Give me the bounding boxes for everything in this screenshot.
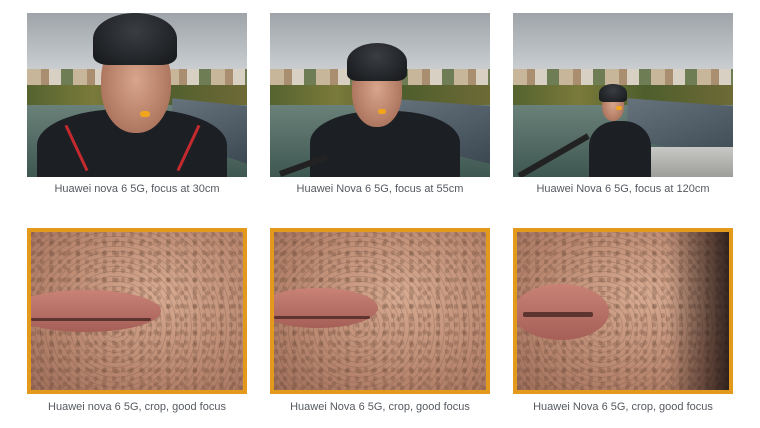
crop-photo-30cm[interactable] xyxy=(27,228,247,394)
photo-caption: Huawei nova 6 5G, crop, good focus xyxy=(48,401,226,413)
photo-caption: Huawei Nova 6 5G, focus at 120cm xyxy=(536,183,710,195)
focus-point-marker xyxy=(140,111,150,117)
photo-caption: Huawei Nova 6 5G, crop, good focus xyxy=(290,401,470,413)
focus-point-marker xyxy=(378,109,386,114)
selfie-photo-55cm[interactable] xyxy=(270,13,490,177)
photo-caption: Huawei nova 6 5G, focus at 30cm xyxy=(54,183,220,195)
photo-caption: Huawei Nova 6 5G, crop, good focus xyxy=(533,401,713,413)
selfie-photo-120cm[interactable] xyxy=(513,13,733,177)
photo-caption: Huawei Nova 6 5G, focus at 55cm xyxy=(296,183,464,195)
crop-photo-55cm[interactable] xyxy=(270,228,490,394)
selfie-photo-30cm[interactable] xyxy=(27,13,247,177)
crop-photo-120cm[interactable] xyxy=(513,228,733,394)
focus-point-marker xyxy=(616,106,622,110)
